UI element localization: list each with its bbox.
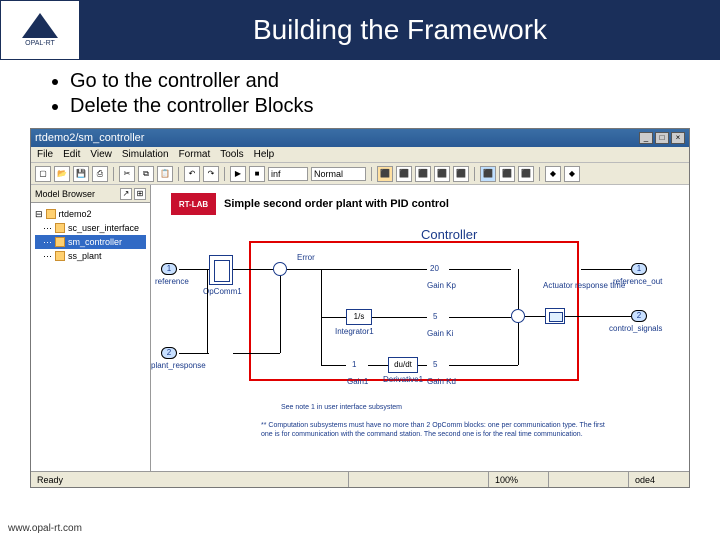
block-label: Gain Ki xyxy=(427,329,453,338)
play-icon[interactable]: ▶ xyxy=(230,166,246,182)
undo-icon[interactable]: ↶ xyxy=(184,166,200,182)
rtlab-logo-icon: RT-LAB xyxy=(171,193,216,215)
menu-tools[interactable]: Tools xyxy=(220,149,243,160)
status-ready: Ready xyxy=(31,472,349,487)
tool-icon[interactable]: ⬛ xyxy=(480,166,496,182)
block-label: Gain Kd xyxy=(427,377,456,386)
new-icon[interactable]: ▢ xyxy=(35,166,51,182)
port-label: plant_response xyxy=(151,361,206,370)
cut-icon[interactable]: ✂ xyxy=(119,166,135,182)
opcomm-block[interactable] xyxy=(209,255,233,285)
tree-root[interactable]: ⊟ rtdemo2 xyxy=(35,207,146,221)
block-label: OpComm1 xyxy=(203,287,242,296)
model-title: Simple second order plant with PID contr… xyxy=(224,198,449,210)
status-zoom: 100% xyxy=(489,472,549,487)
tree-item[interactable]: ⋯ sc_user_interface xyxy=(35,221,146,235)
outport-2[interactable]: 2 xyxy=(631,310,647,322)
status-cell xyxy=(549,472,629,487)
slide-footer: www.opal-rt.com xyxy=(8,523,82,534)
tree-item[interactable]: ⋯ ss_plant xyxy=(35,249,146,263)
tool-icon[interactable]: ⬛ xyxy=(377,166,393,182)
block-label: Integrator1 xyxy=(335,327,374,336)
gain-value: 5 xyxy=(433,312,437,321)
model-canvas[interactable]: RT-LAB Simple second order plant with PI… xyxy=(151,185,689,471)
sum-block[interactable] xyxy=(511,309,525,323)
tool-icon[interactable]: ⬛ xyxy=(396,166,412,182)
simulink-window: rtdemo2/sm_controller _ □ × File Edit Vi… xyxy=(30,128,690,488)
block-label: Error xyxy=(297,253,315,262)
open-icon[interactable]: 📂 xyxy=(54,166,70,182)
block-label: Gain1 xyxy=(347,377,368,386)
paste-icon[interactable]: 📋 xyxy=(157,166,173,182)
canvas-note: ** Computation subsystems must have no m… xyxy=(261,421,661,439)
redo-icon[interactable]: ↷ xyxy=(203,166,219,182)
tool-icon[interactable]: ⬛ xyxy=(518,166,534,182)
statusbar: Ready 100% ode4 xyxy=(31,471,689,487)
copy-icon[interactable]: ⧉ xyxy=(138,166,154,182)
close-icon[interactable]: × xyxy=(671,132,685,144)
status-cell xyxy=(349,472,489,487)
print-icon[interactable]: ⎙ xyxy=(92,166,108,182)
model-tree: ⊟ rtdemo2 ⋯ sc_user_interface ⋯ sm_contr… xyxy=(31,203,150,267)
tool-icon[interactable]: ⬛ xyxy=(434,166,450,182)
tool-icon[interactable]: ⬛ xyxy=(415,166,431,182)
model-browser: Model Browser ↗ ⊞ ⊟ rtdemo2 ⋯ sc_user_in… xyxy=(31,185,151,471)
menu-edit[interactable]: Edit xyxy=(63,149,80,160)
stop-icon[interactable]: ■ xyxy=(249,166,265,182)
canvas-note: See note 1 in user interface subsystem xyxy=(281,403,402,412)
inport-2[interactable]: 2 xyxy=(161,347,177,359)
gain-value: 20 xyxy=(430,264,439,273)
sum-block[interactable] xyxy=(273,262,287,276)
controller-label: Controller xyxy=(421,227,477,242)
gain-value: 1 xyxy=(352,360,356,369)
tool-icon[interactable]: ◆ xyxy=(545,166,561,182)
status-solver: ode4 xyxy=(629,472,689,487)
inport-1[interactable]: 1 xyxy=(161,263,177,275)
integrator-block[interactable]: 1/s xyxy=(346,309,372,325)
sidebar-header-label: Model Browser xyxy=(35,189,95,199)
tree-item-selected[interactable]: ⋯ sm_controller xyxy=(35,235,146,249)
menubar: File Edit View Simulation Format Tools H… xyxy=(31,147,689,163)
tool-icon[interactable]: ⬛ xyxy=(499,166,515,182)
block-label: Derivative1 xyxy=(383,375,423,384)
sim-time-input[interactable] xyxy=(268,167,308,181)
block-label: Gain Kp xyxy=(427,281,456,290)
block-label: Actuator response time xyxy=(543,281,593,290)
menu-simulation[interactable]: Simulation xyxy=(122,149,169,160)
port-label: reference_out xyxy=(613,277,662,286)
maximize-icon[interactable]: □ xyxy=(655,132,669,144)
menu-file[interactable]: File xyxy=(37,149,53,160)
window-titlebar[interactable]: rtdemo2/sm_controller _ □ × xyxy=(31,129,689,147)
opal-rt-logo: OPAL-RT xyxy=(0,0,80,60)
slide-bullets: Go to the controller and Delete the cont… xyxy=(0,60,720,128)
gain-value: 5 xyxy=(433,360,437,369)
outport-1[interactable]: 1 xyxy=(631,263,647,275)
sim-mode-select[interactable] xyxy=(311,167,366,181)
scope-block[interactable] xyxy=(545,308,565,324)
browser-icon[interactable]: ↗ xyxy=(120,188,132,200)
slide-title: Building the Framework xyxy=(80,0,720,60)
port-label: control_signals xyxy=(609,324,662,333)
minimize-icon[interactable]: _ xyxy=(639,132,653,144)
port-label: reference xyxy=(155,277,189,286)
menu-format[interactable]: Format xyxy=(179,149,211,160)
menu-view[interactable]: View xyxy=(90,149,112,160)
toolbar: ▢ 📂 💾 ⎙ ✂ ⧉ 📋 ↶ ↷ ▶ ■ ⬛ ⬛ ⬛ ⬛ ⬛ ⬛ ⬛ ⬛ ◆ … xyxy=(31,163,689,185)
tool-icon[interactable]: ⬛ xyxy=(453,166,469,182)
derivative-block[interactable]: du/dt xyxy=(388,357,418,373)
tool-icon[interactable]: ◆ xyxy=(564,166,580,182)
save-icon[interactable]: 💾 xyxy=(73,166,89,182)
menu-help[interactable]: Help xyxy=(254,149,275,160)
browser-icon[interactable]: ⊞ xyxy=(134,188,146,200)
